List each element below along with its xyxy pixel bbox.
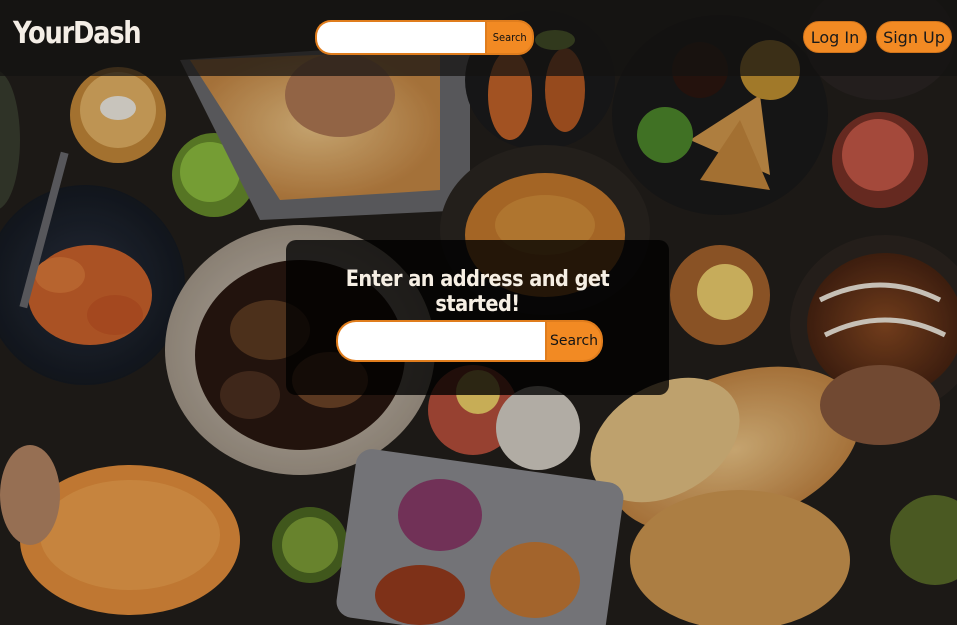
address-search: Search [336, 320, 603, 362]
address-card: Enter an address and get started! Search [286, 240, 669, 395]
site-logo[interactable]: YourDash [13, 16, 142, 51]
address-card-title: Enter an address and get started! [345, 267, 610, 317]
header-search-input[interactable] [315, 20, 486, 55]
page: YourDash Search Log In Sign Up Enter an … [0, 0, 957, 625]
address-input[interactable] [336, 320, 545, 362]
signup-button[interactable]: Sign Up [876, 21, 952, 53]
top-nav-bar: YourDash Search Log In Sign Up [0, 0, 957, 76]
address-search-button[interactable]: Search [545, 320, 603, 362]
header-search-button[interactable]: Search [485, 20, 534, 55]
header-search: Search [315, 20, 534, 55]
login-button[interactable]: Log In [803, 21, 867, 53]
